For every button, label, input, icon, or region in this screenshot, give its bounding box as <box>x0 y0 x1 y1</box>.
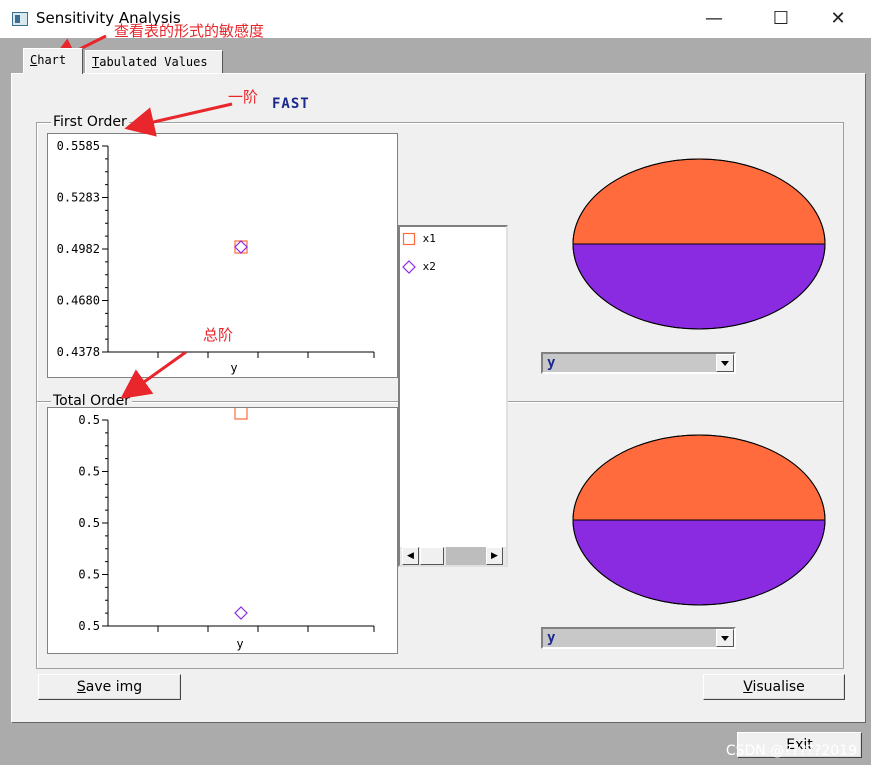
y-tick-label: 0.5283 <box>57 191 100 205</box>
chevron-down-icon[interactable] <box>716 629 734 647</box>
point-x2 <box>234 606 248 620</box>
total-order-select-value: y <box>547 630 556 646</box>
visualise-button[interactable]: Visualise <box>703 674 845 700</box>
total-order-plot: 0.5 0.5 0.5 0.5 0.5 y <box>47 407 398 654</box>
scroll-track[interactable] <box>446 547 486 565</box>
save-mnemonic: S <box>76 679 86 695</box>
total-order-pie <box>572 434 826 606</box>
first-order-label: First Order <box>51 114 129 130</box>
legend-label-x2: x2 <box>422 260 436 273</box>
y-tick-label: 0.5 <box>78 465 100 479</box>
legend-panel: x1 x2 ◀ ▶ <box>398 225 508 567</box>
pie-slice-x2 <box>572 519 826 606</box>
y-tick-label: 0.4378 <box>57 345 100 359</box>
tab-chart[interactable]: Chart <box>23 48 83 74</box>
y-tick-label: 0.4982 <box>57 242 100 256</box>
diamond-marker-icon <box>402 260 416 274</box>
maximize-icon[interactable]: ☐ <box>758 0 804 38</box>
point-x2 <box>234 240 248 254</box>
annotation-total-order: 总阶 <box>203 326 234 344</box>
first-order-pie <box>572 158 826 330</box>
tab-chart-label: hart <box>37 53 67 67</box>
point-x1 <box>234 408 248 420</box>
scroll-left-icon[interactable]: ◀ <box>402 547 419 565</box>
pie-slice-x1 <box>572 158 826 245</box>
first-order-select[interactable]: y <box>541 352 736 374</box>
total-order-plot-svg: 0.5 0.5 0.5 0.5 0.5 y <box>78 408 375 651</box>
x-tick-label: y <box>230 361 237 375</box>
y-tick-label: 0.5585 <box>57 139 100 153</box>
app-icon <box>12 12 28 26</box>
x-tick-label: y <box>236 637 243 651</box>
annotation-tab-note: 查看表的形式的敏感度 <box>114 22 265 40</box>
legend-scrollbar[interactable]: ◀ ▶ <box>400 547 506 565</box>
chart-title: FAST <box>272 96 310 112</box>
y-tick-label: 0.5 <box>78 619 100 633</box>
pie-slice-x2 <box>572 243 826 330</box>
y-tick-label: 0.5 <box>78 568 100 582</box>
y-tick-label: 0.4680 <box>57 294 100 308</box>
y-tick-label: 0.5 <box>78 413 100 427</box>
annotation-first-order: 一阶 <box>228 88 259 106</box>
first-order-select-value: y <box>547 355 556 371</box>
legend-label-x1: x1 <box>422 232 436 245</box>
tab-tabulated-values[interactable]: Tabulated Values <box>85 50 223 73</box>
y-tick-label: 0.5 <box>78 516 100 530</box>
point-x1 <box>234 240 248 254</box>
tab-tabulated-label: abulated Values <box>99 55 208 69</box>
scroll-right-icon[interactable]: ▶ <box>486 547 503 565</box>
legend-item-x2: x2 <box>402 259 436 275</box>
total-order-select[interactable]: y <box>541 627 736 649</box>
watermark: CSDN @?????2019 <box>725 743 857 759</box>
save-img-button[interactable]: Save img <box>38 674 181 700</box>
legend-item-x1: x1 <box>402 231 436 247</box>
square-marker-icon <box>402 232 416 246</box>
minimize-icon[interactable]: — <box>691 0 737 38</box>
chevron-down-icon[interactable] <box>716 354 734 372</box>
pie-slice-x1 <box>572 434 826 521</box>
visualise-label: isualise <box>752 679 805 695</box>
scroll-thumb[interactable] <box>420 547 444 565</box>
save-label: ave img <box>85 679 143 695</box>
close-icon[interactable]: ✕ <box>815 0 861 38</box>
